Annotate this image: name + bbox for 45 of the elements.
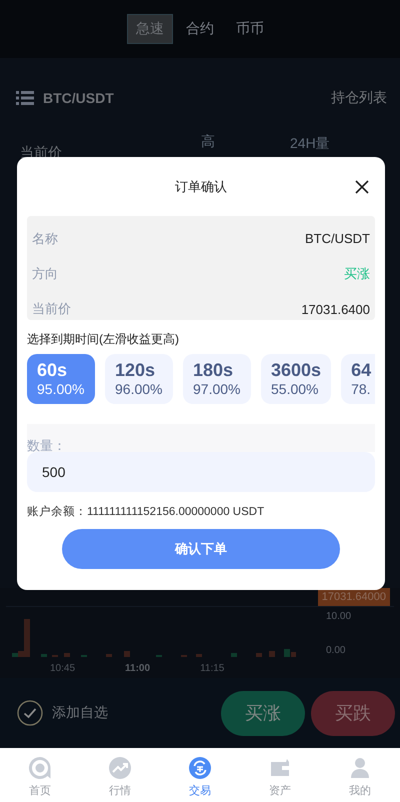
- balance-text: 账户余额：111111111152156.00000000 USDT: [27, 504, 266, 519]
- confirm-button[interactable]: 确认下单: [62, 529, 340, 569]
- time-label: 10:45: [50, 662, 76, 674]
- time-label: 11:15: [200, 662, 224, 674]
- trend-chart-icon: [108, 756, 132, 780]
- axis-label: 10.00: [326, 611, 352, 623]
- stat-label: 24H量: [290, 135, 330, 153]
- person-icon: [348, 756, 372, 780]
- pair-title: BTC/USDT: [43, 90, 114, 106]
- list-icon[interactable]: [16, 91, 34, 105]
- trade-button[interactable]: 买涨: [221, 690, 305, 736]
- nav-item[interactable]: 行情: [80, 756, 160, 802]
- field-value: 买涨: [344, 265, 370, 283]
- quantity-field[interactable]: 500: [27, 452, 375, 492]
- mode-tab[interactable]: 急速: [127, 14, 173, 44]
- time-label: 11:00: [125, 662, 150, 674]
- target-icon: [28, 756, 52, 780]
- nav-item[interactable]: 资产: [240, 756, 320, 802]
- positions-link[interactable]: 持仓列表: [331, 89, 387, 107]
- axis-label: 0.00: [326, 645, 346, 657]
- period-option[interactable]: 180s 97.00%: [183, 354, 251, 404]
- nav-item[interactable]: 我的: [320, 756, 400, 802]
- quantity-label: 数量：: [27, 438, 66, 454]
- period-option[interactable]: 64 78.: [341, 354, 375, 404]
- field-value: 17031.6400: [301, 302, 370, 316]
- dialog-title: 订单确认: [175, 178, 227, 196]
- field-value: BTC/USDT: [305, 231, 370, 246]
- nav-item[interactable]: 交易: [160, 756, 240, 802]
- stat-label: 高: [201, 133, 215, 151]
- period-option[interactable]: 3600s 55.00%: [261, 354, 332, 404]
- period-option[interactable]: 120s 96.00%: [105, 354, 173, 404]
- field-label: 方向: [32, 265, 58, 283]
- price-tag: 17031.64000: [318, 588, 390, 606]
- trade-button[interactable]: 买跌: [311, 690, 395, 736]
- close-icon[interactable]: [355, 180, 369, 194]
- exchange-icon: [188, 756, 212, 780]
- period-option[interactable]: 60s 95.00%: [27, 354, 95, 404]
- field-label: 当前价: [32, 300, 71, 318]
- mode-tab[interactable]: 合约: [177, 14, 223, 44]
- period-label: 选择到期时间(左滑收益更高): [27, 331, 180, 348]
- field-label: 名称: [32, 230, 58, 248]
- check-circle-icon[interactable]: [17, 700, 43, 726]
- mode-tab[interactable]: 币币: [227, 14, 273, 44]
- nav-item[interactable]: 首页: [0, 756, 80, 802]
- watchlist-label[interactable]: 添加自选: [52, 704, 108, 722]
